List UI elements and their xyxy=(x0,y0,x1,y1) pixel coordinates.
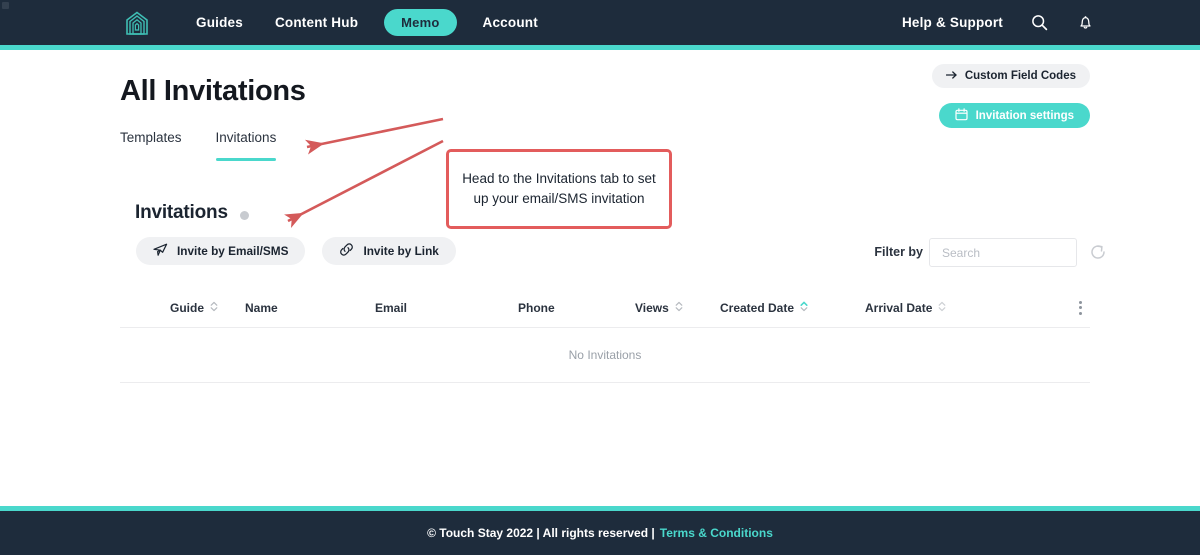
refresh-icon[interactable] xyxy=(1088,242,1108,262)
empty-state-message: No Invitations xyxy=(568,348,642,362)
primary-nav: Guides Content Hub Memo Account xyxy=(180,0,554,45)
tab-invitations[interactable]: Invitations xyxy=(215,130,276,161)
column-options-menu[interactable] xyxy=(1015,300,1090,315)
column-header-created-date[interactable]: Created Date xyxy=(720,301,865,315)
search-input[interactable] xyxy=(929,238,1077,267)
nav-item-help-support[interactable]: Help & Support xyxy=(902,15,1003,30)
invitation-settings-label: Invitation settings xyxy=(975,109,1074,122)
invitations-section-header: Invitations xyxy=(135,202,249,224)
column-label-phone: Phone xyxy=(518,300,555,315)
column-header-views[interactable]: Views xyxy=(635,301,720,315)
invite-by-link-button[interactable]: Invite by Link xyxy=(322,237,456,265)
invite-by-email-sms-button[interactable]: Invite by Email/SMS xyxy=(136,237,306,265)
screenshot-edge-artifact xyxy=(2,2,9,9)
column-label-created-date: Created Date xyxy=(720,300,795,315)
column-label-name: Name xyxy=(245,300,278,315)
page-title: All Invitations xyxy=(120,75,306,107)
terms-and-conditions-link[interactable]: Terms & Conditions xyxy=(660,526,773,540)
table-empty-state: No Invitations xyxy=(120,328,1090,383)
search-icon[interactable] xyxy=(1029,13,1049,33)
arrow-right-icon xyxy=(945,70,958,83)
sort-icon xyxy=(210,301,218,315)
link-icon xyxy=(339,242,354,260)
column-header-guide[interactable]: Guide xyxy=(120,301,245,315)
nav-item-memo[interactable]: Memo xyxy=(384,9,457,36)
annotation-text: Head to the Invitations tab to set up yo… xyxy=(462,171,656,206)
invitations-table: Guide Name Email Phone Views Created Dat… xyxy=(120,288,1090,383)
column-label-guide: Guide xyxy=(170,300,205,315)
annotation-callout-box: Head to the Invitations tab to set up yo… xyxy=(446,149,672,229)
tab-templates[interactable]: Templates xyxy=(120,130,182,161)
sort-icon xyxy=(675,301,683,315)
nav-item-account[interactable]: Account xyxy=(467,15,554,30)
nav-item-guides[interactable]: Guides xyxy=(180,15,259,30)
nav-right-group: Help & Support xyxy=(902,0,1095,45)
filter-by-label: Filter by xyxy=(874,245,923,259)
sort-icon xyxy=(938,301,946,315)
info-dot-icon[interactable] xyxy=(239,211,249,220)
invite-by-link-label: Invite by Link xyxy=(363,244,439,258)
column-header-arrival-date[interactable]: Arrival Date xyxy=(865,301,1015,315)
home-logo-icon[interactable] xyxy=(120,6,154,40)
column-label-views: Views xyxy=(635,300,669,315)
page-content: All Invitations Templates Invitations Cu… xyxy=(0,50,1200,511)
column-header-email[interactable]: Email xyxy=(375,301,518,315)
column-label-arrival-date: Arrival Date xyxy=(865,300,933,315)
page-footer: © Touch Stay 2022 | All rights reserved … xyxy=(0,511,1200,555)
column-header-phone[interactable]: Phone xyxy=(518,301,635,315)
invite-by-email-sms-label: Invite by Email/SMS xyxy=(177,244,289,258)
calendar-icon xyxy=(954,107,968,124)
sort-icon-active xyxy=(800,301,808,315)
paper-plane-icon xyxy=(153,243,168,260)
table-header-row: Guide Name Email Phone Views Created Dat… xyxy=(120,288,1090,328)
bell-icon[interactable] xyxy=(1075,13,1095,33)
kebab-menu-icon xyxy=(1079,300,1082,315)
custom-field-codes-label: Custom Field Codes xyxy=(964,70,1076,82)
column-header-name[interactable]: Name xyxy=(245,301,375,315)
invitation-settings-button[interactable]: Invitation settings xyxy=(938,103,1090,128)
page-tabs: Templates Invitations xyxy=(120,130,276,161)
top-navbar: Guides Content Hub Memo Account Help & S… xyxy=(0,0,1200,45)
custom-field-codes-button[interactable]: Custom Field Codes xyxy=(931,64,1090,88)
column-label-email: Email xyxy=(375,300,408,315)
nav-item-content-hub[interactable]: Content Hub xyxy=(259,15,374,30)
invite-actions: Invite by Email/SMS Invite by Link xyxy=(136,237,456,265)
section-title: Invitations xyxy=(135,202,228,223)
footer-copyright: © Touch Stay 2022 | All rights reserved … xyxy=(427,526,655,540)
